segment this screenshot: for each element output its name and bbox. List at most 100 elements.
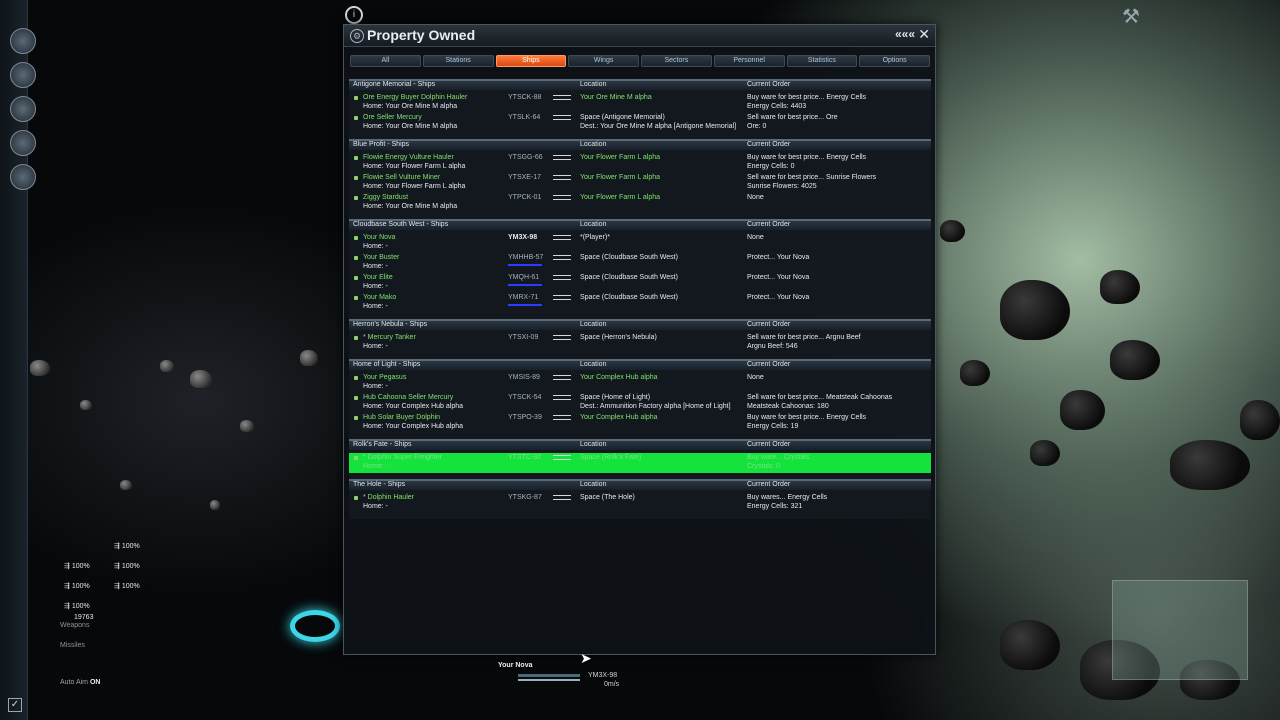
sector-group: Antigone Memorial - Ships Location Current…: [349, 79, 931, 139]
weapon-slot: ⇶ 100%: [114, 583, 140, 590]
ship-cargo: Energy Cells: 19: [747, 423, 799, 430]
ship-row[interactable]: Ziggy Stardust Home: Your Ore Mine M alph…: [349, 193, 931, 213]
menu-icon[interactable]: [10, 28, 36, 54]
ship-row[interactable]: Your Elite Home: - YMQH-61 Space (Cloudbase…: [349, 273, 931, 293]
ship-equals-icon: [553, 235, 571, 240]
tab-wings[interactable]: Wings: [568, 55, 639, 67]
sector-header[interactable]: Home of Light - Ships Location Current Ord…: [349, 359, 931, 370]
ship-location: Your Flower Farm L alpha: [580, 174, 661, 181]
sector-name: Blue Profit - Ships: [353, 141, 410, 148]
ship-equals-icon: [553, 455, 571, 460]
sector-group: Rolk's Fate - Ships Location Current Order…: [349, 439, 931, 479]
ship-name: Your Elite: [363, 274, 393, 281]
ship-row[interactable]: Your Buster Home: - YMHHB-57 Space (Cloudba…: [349, 253, 931, 273]
ship-home: Home: Your Ore Mine M alpha: [363, 203, 458, 210]
ship-code: YM3X-98: [588, 672, 618, 679]
ship-status-icon: [354, 236, 358, 240]
sector-header[interactable]: Blue Profit - Ships Location Current Order: [349, 139, 931, 150]
ship-row[interactable]: Your Nova Home: - YM3X-98 *(Player)* None: [349, 233, 931, 253]
tab-all[interactable]: All: [350, 55, 421, 67]
window-title: Property Owned: [367, 27, 476, 43]
sector-group: Cloudbase South West - Ships Location Curr…: [349, 219, 931, 319]
ship-cargo: Sunrise Flowers: 4025: [747, 183, 817, 190]
ship-status-icon: [354, 336, 358, 340]
ship-order: None: [747, 234, 764, 241]
sector-ships: Your Pegasus Home: - YMSIS-89 Your Complex …: [349, 370, 931, 439]
ship-location: Space (Home of Light): [580, 394, 651, 401]
ship-status-icon: [354, 416, 358, 420]
ship-order: Buy ware for best price... Energy Cells: [747, 94, 867, 101]
asteroid: [1170, 440, 1250, 490]
ship-row[interactable]: * Mercury Tanker Home: - YTSXI-09 Space (He…: [349, 333, 931, 353]
ship-name: * Mercury Tanker: [363, 334, 416, 341]
sector-ships: Your Nova Home: - YM3X-98 *(Player)* None You…: [349, 230, 931, 319]
ship-id: YTSTC-92: [508, 454, 542, 461]
ship-equals-icon: [553, 415, 571, 420]
asteroid: [1030, 440, 1060, 466]
ship-row[interactable]: Flowie Energy Vulture Hauler Home: Your F…: [349, 153, 931, 173]
ship-status-icon: [354, 156, 358, 160]
ship-name: Ore Seller Mercury: [363, 114, 422, 121]
ship-row[interactable]: Ore Seller Mercury Home: Your Ore Mine M …: [349, 113, 931, 133]
comm-icon[interactable]: [10, 62, 36, 88]
collapse-button[interactable]: «««: [895, 27, 915, 41]
ship-row[interactable]: * Dolphin Super Freighter Home: - YTSTC-92…: [349, 453, 931, 473]
tab-options[interactable]: Options: [859, 55, 930, 67]
ship-status-icon: [354, 496, 358, 500]
ship-location: Space (Cloudbase South West): [580, 294, 678, 301]
sector-header[interactable]: Antigone Memorial - Ships Location Current…: [349, 79, 931, 90]
location-column-header: Location: [580, 221, 607, 228]
ship-id: YTPCK-01: [508, 194, 542, 201]
ship-location: Your Complex Hub alpha: [580, 414, 658, 421]
ship-id: YTSCK-88: [508, 94, 542, 101]
info-icon[interactable]: i: [345, 6, 363, 24]
wrench-icon[interactable]: ⚒: [1122, 4, 1140, 29]
map-icon[interactable]: [10, 164, 36, 190]
tab-ships[interactable]: Ships: [495, 55, 567, 67]
property-owned-window: ⚙ Property Owned ««« ✕ All Stations Ships W…: [343, 24, 936, 655]
ship-name: * Dolphin Super Freighter: [363, 454, 442, 461]
ship-home: Home: -: [363, 503, 388, 510]
sector-header[interactable]: Herron's Nebula - Ships Location Current O…: [349, 319, 931, 330]
nav-icon[interactable]: [10, 96, 36, 122]
auto-aim-toggle[interactable]: Auto Aim ON: [60, 679, 100, 686]
ship-location: Space (Rolk's Fate): [580, 454, 642, 461]
sector-header[interactable]: Cloudbase South West - Ships Location Curr…: [349, 219, 931, 230]
ship-row[interactable]: Your Mako Home: - YMRX-71 Space (Cloudbase …: [349, 293, 931, 313]
location-column-header: Location: [580, 81, 607, 88]
ship-home: Home: -: [363, 303, 388, 310]
order-column-header: Current Order: [747, 221, 791, 228]
ship-marker-icon: [290, 610, 340, 642]
shield-bar: [508, 264, 542, 266]
ship-name: * Dolphin Hauler: [363, 494, 414, 501]
ship-destination: Dest.: Ammunition Factory alpha [Home of…: [580, 403, 731, 410]
tab-personnel[interactable]: Personnel: [713, 55, 785, 67]
tab-sectors[interactable]: Sectors: [641, 55, 712, 67]
ship-row[interactable]: Flowie Sell Vulture Miner Home: Your Flow…: [349, 173, 931, 193]
ship-row[interactable]: Hub Cahoona Seller Mercury Home: Your Com…: [349, 393, 931, 413]
ship-destination: Dest.: Your Ore Mine M alpha [Antigone M…: [580, 123, 737, 130]
ship-order: Buy ware for best price... Energy Cells: [747, 414, 867, 421]
tab-stations[interactable]: Stations: [422, 55, 494, 67]
ship-location: Space (Antigone Memorial): [580, 114, 665, 121]
tab-bar: All Stations Ships Wings Sectors Personnel Sta…: [350, 55, 930, 67]
ship-row[interactable]: Hub Solar Buyer Dolphin Home: Your Comple…: [349, 413, 931, 433]
sector-header[interactable]: Rolk's Fate - Ships Location Current Order: [349, 439, 931, 450]
window-header[interactable]: ⚙ Property Owned ««« ✕: [344, 25, 935, 47]
ship-order: Sell ware for best price... Sunrise Flow…: [747, 174, 877, 181]
ship-row[interactable]: Your Pegasus Home: - YMSIS-89 Your Complex …: [349, 373, 931, 393]
order-column-header: Current Order: [747, 481, 791, 488]
sector-header[interactable]: The Hole - Ships Location Current Order: [349, 479, 931, 490]
ship-equals-icon: [553, 335, 571, 340]
asteroid: [1110, 340, 1160, 380]
ship-row[interactable]: Ore Energy Buyer Dolphin Hauler Home: You…: [349, 93, 931, 113]
ship-row[interactable]: * Dolphin Hauler Home: - YTSKG-87 Space (Th…: [349, 493, 931, 513]
ship-equals-icon: [553, 175, 571, 180]
tab-statistics[interactable]: Statistics: [786, 55, 858, 67]
radar-minimap[interactable]: [1112, 580, 1248, 680]
weapon-slot: ⇶ 100%: [114, 563, 140, 570]
target-icon[interactable]: [10, 130, 36, 156]
checkbox-icon[interactable]: ✓: [8, 698, 22, 712]
close-button[interactable]: ✕: [918, 26, 930, 43]
ship-name: Your Mako: [363, 294, 397, 301]
